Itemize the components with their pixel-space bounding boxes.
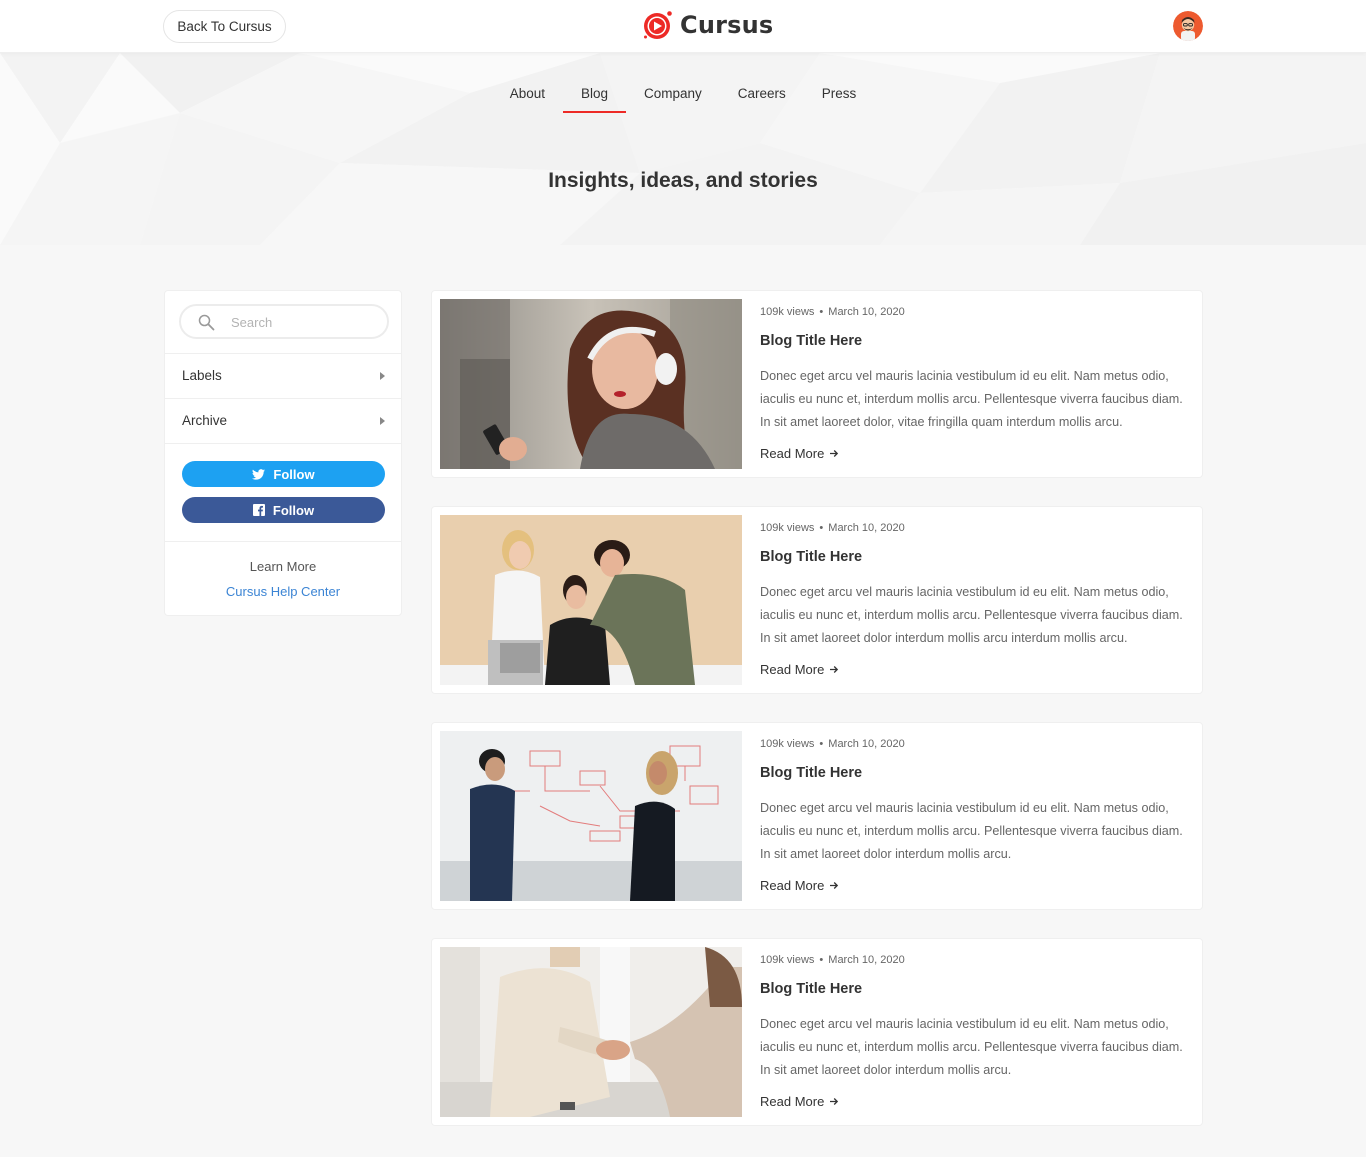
hero-banner: About Blog Company Careers Press Insight… [0,53,1366,245]
archive-label: Archive [182,413,228,428]
play-logo-icon [644,11,672,39]
caret-right-icon [380,372,385,380]
nav-blog[interactable]: Blog [562,77,627,113]
blog-post-card: 109k views • March 10, 2020 Blog Title Her… [431,722,1203,910]
twitter-follow-button[interactable]: Follow [182,461,385,487]
post-title[interactable]: Blog Title Here [760,765,862,781]
social-follow: Follow Follow [165,443,401,541]
blog-post-card: 109k views • March 10, 2020 Blog Title Her… [431,506,1203,694]
page-title: Insights, ideas, and stories [548,169,818,192]
blog-sidebar: Labels Archive Follow Follow Learn More … [164,290,402,616]
caret-right-icon [380,417,385,425]
twitter-icon [252,468,266,480]
read-more-label: Read More [760,446,825,461]
post-thumbnail[interactable] [440,299,742,469]
nav-careers[interactable]: Careers [720,77,804,113]
facebook-follow-button[interactable]: Follow [182,497,385,523]
post-meta: 109k views • March 10, 2020 [760,522,905,534]
search-input[interactable] [231,312,376,332]
top-header: Back To Cursus Cursus [0,0,1366,53]
brand-name: Cursus [680,11,774,39]
post-title[interactable]: Blog Title Here [760,981,862,997]
nav-about[interactable]: About [492,77,563,113]
team-meeting-image [440,515,742,685]
post-date: March 10, 2020 [828,954,905,966]
twitter-follow-label: Follow [273,466,315,482]
nav-press[interactable]: Press [804,77,875,113]
post-date: March 10, 2020 [828,306,905,318]
read-more-link[interactable]: Read More [760,878,839,893]
facebook-icon [252,504,265,516]
whiteboard-discussion-image [440,731,742,901]
brand-logo[interactable]: Cursus [642,8,773,42]
handshake-image [440,947,742,1117]
search-box [179,304,389,339]
nav-company[interactable]: Company [626,77,720,113]
learn-more-text: Learn More [249,559,317,574]
post-thumbnail[interactable] [440,731,742,901]
blog-post-card: 109k views • March 10, 2020 Blog Title Her… [431,290,1203,478]
read-more-link[interactable]: Read More [760,662,839,677]
arrow-right-icon [830,1098,839,1105]
facebook-follow-label: Follow [272,502,315,518]
arrow-right-icon [830,882,839,889]
post-excerpt: Donec eget arcu vel mauris lacinia vesti… [760,585,1183,645]
post-views: 109k views [760,738,815,750]
labels-label: Labels [182,368,222,383]
avatar-icon [1173,11,1203,41]
post-thumbnail[interactable] [440,947,742,1117]
back-to-cursus-button[interactable]: Back To Cursus [163,10,286,43]
post-excerpt: Donec eget arcu vel mauris lacinia vesti… [760,369,1183,429]
main-nav: About Blog Company Careers Press [0,77,1366,113]
post-views: 109k views [760,522,815,534]
post-meta: 109k views • March 10, 2020 [760,738,905,750]
post-thumbnail[interactable] [440,515,742,685]
read-more-label: Read More [760,878,825,893]
read-more-link[interactable]: Read More [760,446,839,461]
post-date: March 10, 2020 [828,522,905,534]
arrow-right-icon [830,666,839,673]
search-icon [198,314,215,331]
post-excerpt: Donec eget arcu vel mauris lacinia vesti… [760,801,1183,861]
post-views: 109k views [760,306,815,318]
read-more-link[interactable]: Read More [760,1094,839,1109]
arrow-right-icon [830,450,839,457]
archive-menu-item[interactable]: Archive [165,398,401,443]
help-section: Learn More Cursus Help Center [165,541,401,615]
read-more-label: Read More [760,662,825,677]
woman-headphones-image [440,299,742,469]
post-meta: 109k views • March 10, 2020 [760,306,905,318]
help-center-link[interactable]: Cursus Help Center [165,584,401,599]
post-views: 109k views [760,954,815,966]
labels-menu-item[interactable]: Labels [165,353,401,398]
user-avatar[interactable] [1173,11,1203,41]
blog-post-card: 109k views • March 10, 2020 Blog Title Her… [431,938,1203,1126]
post-meta: 109k views • March 10, 2020 [760,954,905,966]
post-excerpt: Donec eget arcu vel mauris lacinia vesti… [760,1017,1183,1077]
post-title[interactable]: Blog Title Here [760,549,862,565]
read-more-label: Read More [760,1094,825,1109]
post-date: March 10, 2020 [828,738,905,750]
post-title[interactable]: Blog Title Here [760,333,862,349]
